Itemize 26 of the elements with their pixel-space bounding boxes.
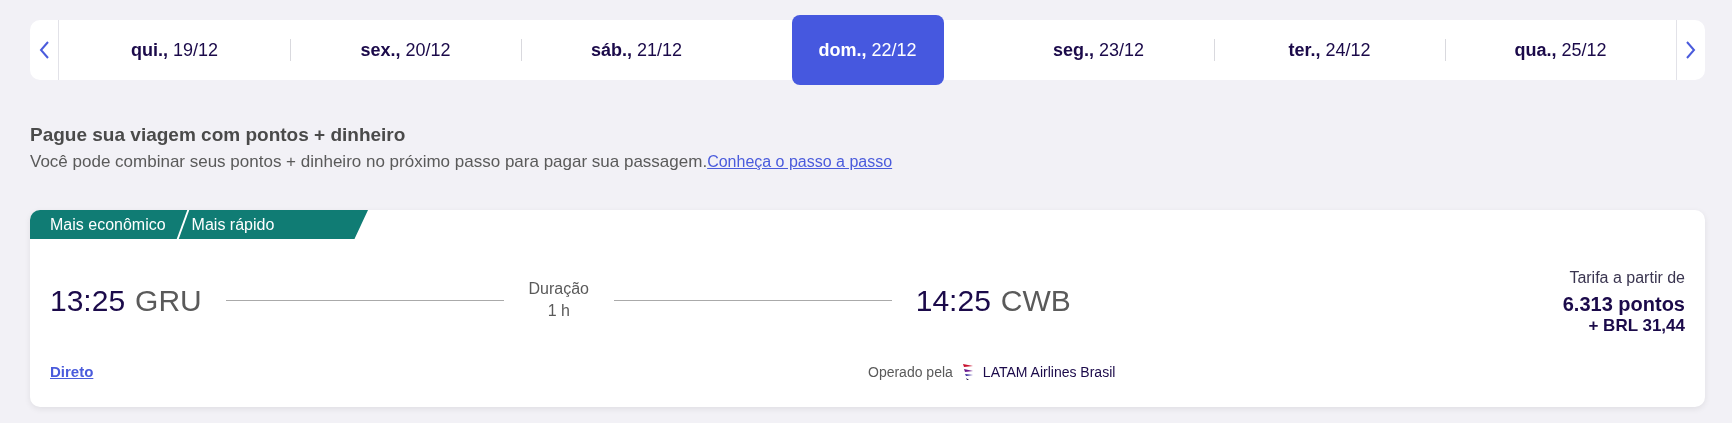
recommendation-tag: Mais econômico [30, 212, 174, 237]
chevron-right-icon [1685, 40, 1697, 60]
step-by-step-link[interactable]: Conheça o passo a passo [707, 153, 893, 170]
recommendation-tag: Mais rápido [191, 212, 275, 237]
fare-label: Tarifa a partir de [1569, 268, 1685, 288]
date-tab[interactable]: dom., 22/12 [791, 15, 944, 85]
duration-label: Duração [528, 279, 589, 299]
date-tab[interactable]: sáb., 21/12 [578, 30, 695, 70]
date-tab[interactable]: sex., 20/12 [348, 30, 463, 70]
departure-airport: GRU [135, 282, 202, 319]
date-tab[interactable]: ter., 24/12 [1276, 30, 1383, 70]
points-price: 6.313 pontos [1562, 293, 1685, 315]
arrival-airport: CWB [1000, 282, 1071, 319]
departure-time: 13:25 [50, 282, 126, 319]
arrival-time: 14:25 [915, 282, 991, 319]
date-tab[interactable]: seg., 23/12 [1040, 30, 1157, 70]
promo-text: Você pode combinar seus pontos + dinheiro no próximo passo para pagar sua passagem. [30, 152, 708, 171]
money-price: + BRL 31,44 [1588, 315, 1685, 337]
chevron-left-icon [38, 40, 50, 60]
operated-by-label: Operado pela [868, 362, 953, 382]
airline-name: LATAM Airlines Brasil [982, 362, 1116, 382]
date-tab[interactable]: qua., 25/12 [1502, 30, 1619, 70]
date-tab[interactable]: qui., 19/12 [118, 30, 231, 70]
promo-title: Pague sua viagem com pontos + dinheiro [30, 123, 407, 147]
direct-flight-link[interactable]: Direto [50, 361, 750, 384]
duration-value: 1 h [547, 301, 570, 321]
